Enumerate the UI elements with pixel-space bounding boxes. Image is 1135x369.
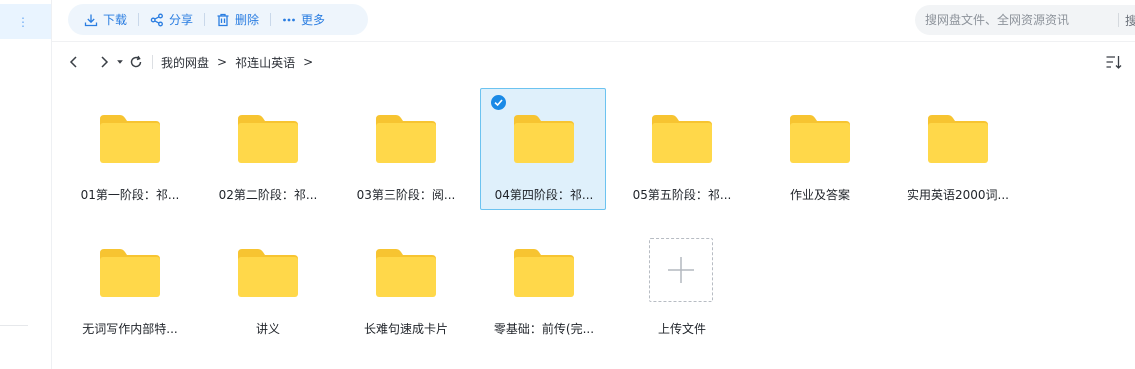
- folder-icon: [376, 249, 436, 297]
- share-label: 分享: [169, 13, 194, 27]
- plus-icon: [668, 257, 694, 283]
- more-horizontal-icon: [283, 18, 295, 21]
- breadcrumb-separator: >: [303, 55, 314, 69]
- folder-item[interactable]: 长难句速成卡片: [342, 222, 468, 344]
- breadcrumb-separator: >: [217, 55, 228, 69]
- sidebar-divider: [0, 325, 28, 326]
- left-sidebar: ⋮: [0, 0, 52, 369]
- toolbar-divider: [138, 13, 140, 26]
- refresh-button[interactable]: [126, 52, 146, 72]
- search-box: 搜: [915, 5, 1135, 35]
- share-icon: [150, 13, 163, 26]
- folder-icon: [652, 115, 712, 163]
- folder-item[interactable]: 02第二阶段：祁...: [204, 88, 330, 210]
- folder-item[interactable]: 05第五阶段：祁...: [618, 88, 744, 210]
- folder-icon: [514, 115, 574, 163]
- upload-button[interactable]: [649, 238, 713, 302]
- selected-check-icon[interactable]: [491, 95, 506, 110]
- more-vertical-icon[interactable]: ⋮: [17, 16, 29, 28]
- delete-label: 删除: [235, 13, 260, 27]
- search-button[interactable]: 搜: [1125, 12, 1135, 29]
- navigation-bar: 我的网盘 > 祁连山英语 >: [64, 48, 321, 76]
- chevron-right-icon: [101, 56, 109, 68]
- folder-item[interactable]: 讲义: [204, 222, 330, 344]
- download-button[interactable]: 下载: [84, 4, 127, 35]
- chevron-left-icon: [69, 56, 77, 68]
- folder-icon: [376, 115, 436, 163]
- trash-icon: [217, 13, 229, 26]
- download-icon: [84, 14, 98, 26]
- toolbar-divider: [270, 13, 272, 26]
- search-input[interactable]: [925, 13, 1110, 27]
- download-label: 下载: [103, 13, 128, 27]
- nav-divider: [152, 55, 153, 69]
- caret-down-icon: [117, 60, 123, 64]
- folder-name: 03第三阶段：阅...: [356, 188, 456, 202]
- forward-button[interactable]: [94, 52, 114, 72]
- folder-icon: [790, 115, 850, 163]
- folder-item[interactable]: 01第一阶段：祁...: [66, 88, 192, 210]
- folder-icon: [238, 115, 298, 163]
- back-button[interactable]: [64, 52, 84, 72]
- folder-name: 02第二阶段：祁...: [218, 188, 318, 202]
- folder-name: 长难句速成卡片: [363, 322, 448, 336]
- folder-name: 01第一阶段：祁...: [80, 188, 180, 202]
- sort-icon[interactable]: [1105, 53, 1123, 71]
- more-label: 更多: [301, 13, 326, 27]
- folder-item[interactable]: 零基础：前传(完...: [480, 222, 606, 344]
- folder-item[interactable]: 04第四阶段：祁...: [480, 88, 606, 210]
- folder-name: 无词写作内部特...: [82, 322, 178, 336]
- folder-icon: [100, 115, 160, 163]
- upload-file-tile[interactable]: 上传文件: [618, 222, 744, 344]
- search-divider: [1118, 13, 1119, 27]
- refresh-icon: [130, 55, 142, 68]
- folder-icon: [928, 115, 988, 163]
- netdisk-window: ⋮ 下载 分享 删除 更多 搜网盘文件、全网资源资讯 搜 我的网盘 > 祁连山英…: [0, 0, 1135, 369]
- folder-item[interactable]: 03第三阶段：阅...: [342, 88, 468, 210]
- toolbar-divider: [204, 13, 206, 26]
- breadcrumb-root[interactable]: 我的网盘: [161, 54, 209, 71]
- upload-label: 上传文件: [657, 322, 706, 336]
- folder-name: 作业及答案: [789, 188, 850, 202]
- folder-item[interactable]: 作业及答案: [756, 88, 882, 210]
- folder-name: 05第五阶段：祁...: [632, 188, 732, 202]
- breadcrumb: 我的网盘 > 祁连山英语 >: [161, 54, 321, 71]
- folder-item[interactable]: 无词写作内部特...: [66, 222, 192, 344]
- share-button[interactable]: 分享: [150, 4, 193, 35]
- folder-name: 04第四阶段：祁...: [494, 188, 594, 202]
- more-button[interactable]: 更多: [282, 4, 325, 35]
- sidebar-active-item[interactable]: ⋮: [0, 4, 51, 39]
- file-action-toolbar: 下载 分享 删除 更多: [68, 4, 368, 35]
- history-dropdown[interactable]: [114, 52, 126, 72]
- folder-item[interactable]: 实用英语2000词...: [894, 88, 1020, 210]
- header-divider: [52, 41, 1135, 42]
- breadcrumb-current[interactable]: 祁连山英语: [235, 54, 295, 71]
- folder-name: 实用英语2000词...: [907, 188, 1009, 202]
- folder-name: 讲义: [255, 322, 280, 336]
- folder-icon: [100, 249, 160, 297]
- folder-icon: [514, 249, 574, 297]
- folder-icon: [238, 249, 298, 297]
- delete-button[interactable]: 删除: [216, 4, 259, 35]
- folder-name: 零基础：前传(完...: [493, 322, 595, 336]
